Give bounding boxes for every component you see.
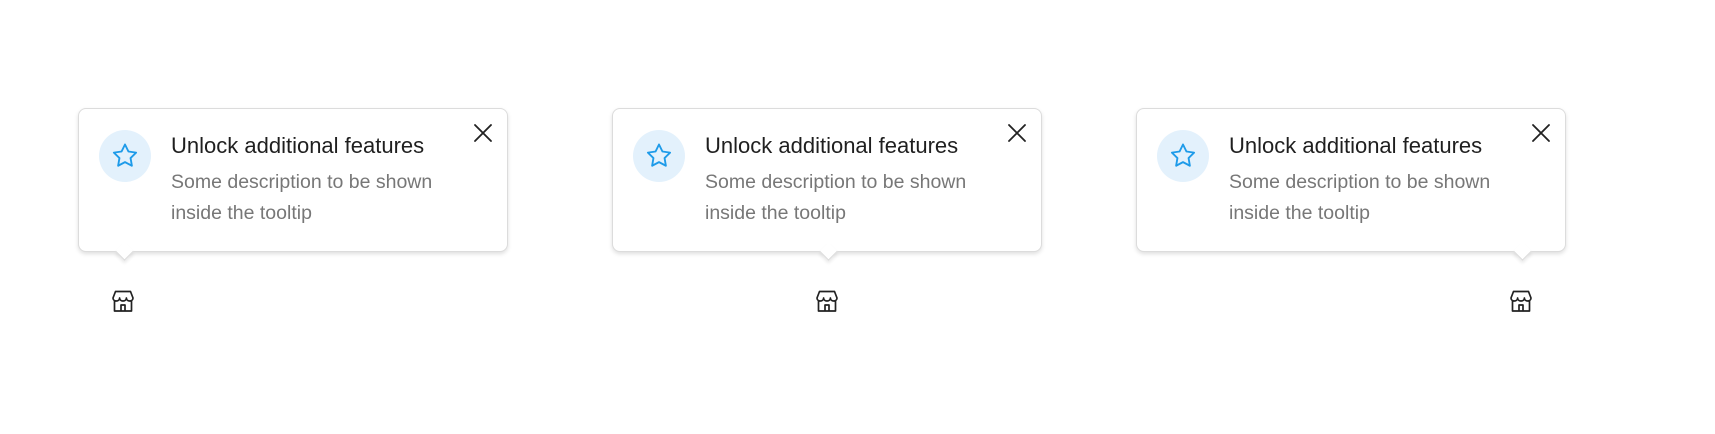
tooltip-example-center: Unlock additional features Some descript… <box>612 108 1044 312</box>
tooltip-arrow <box>819 242 838 261</box>
tooltip-example-start: Unlock additional features Some descript… <box>78 108 510 312</box>
star-icon <box>1168 141 1198 171</box>
close-button[interactable] <box>471 123 495 147</box>
tooltip-example-end: Unlock additional features Some descript… <box>1136 108 1568 312</box>
icon-badge <box>99 130 151 182</box>
icon-badge <box>1157 130 1209 182</box>
tooltip-arrow <box>1513 242 1532 261</box>
close-button[interactable] <box>1529 123 1553 147</box>
tooltip-description: Some description to be shown inside the … <box>171 171 433 224</box>
tooltip: Unlock additional features Some descript… <box>612 108 1042 261</box>
store-icon[interactable] <box>812 286 842 316</box>
close-icon[interactable] <box>473 123 493 148</box>
tooltip-title: Unlock additional features <box>705 133 959 158</box>
tooltip-title: Unlock additional features <box>171 133 425 158</box>
star-icon <box>644 141 674 171</box>
close-icon[interactable] <box>1007 123 1027 148</box>
close-icon[interactable] <box>1531 123 1551 148</box>
tooltip-arrow <box>115 242 134 261</box>
star-icon <box>110 141 140 171</box>
store-icon[interactable] <box>108 286 138 316</box>
tooltip: Unlock additional features Some descript… <box>1136 108 1566 261</box>
icon-badge <box>633 130 685 182</box>
tooltip: Unlock additional features Some descript… <box>78 108 508 261</box>
tooltip-description: Some description to be shown inside the … <box>1229 171 1491 224</box>
store-icon[interactable] <box>1506 286 1536 316</box>
tooltip-title: Unlock additional features <box>1229 133 1483 158</box>
close-button[interactable] <box>1005 123 1029 147</box>
tooltip-description: Some description to be shown inside the … <box>705 171 967 224</box>
